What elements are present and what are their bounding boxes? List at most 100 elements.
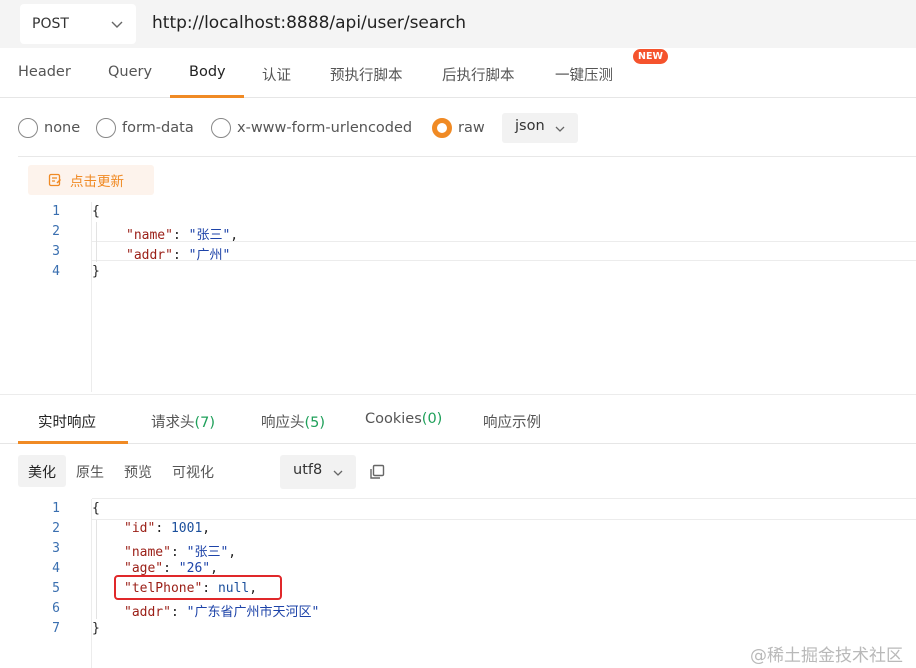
json-key: "name" bbox=[124, 545, 171, 560]
code-line[interactable]: "name": "张三", bbox=[124, 541, 236, 560]
chevron-down-icon bbox=[333, 470, 343, 476]
json-punct: , bbox=[230, 228, 239, 243]
method-select[interactable]: POST bbox=[20, 4, 136, 44]
radio-label: none bbox=[44, 120, 81, 136]
url-bar: POST http://localhost:8888/api/user/sear… bbox=[0, 0, 916, 48]
json-key: "age" bbox=[124, 561, 164, 576]
json-punct: , bbox=[202, 521, 211, 536]
view-visualize[interactable]: 可视化 bbox=[162, 455, 224, 487]
tab-label: Cookies bbox=[365, 411, 422, 427]
request-tabs: Header Query Body 认证 预执行脚本 后执行脚本 一键压测 bbox=[0, 50, 916, 98]
radio-selected-icon bbox=[432, 118, 452, 138]
current-line bbox=[92, 519, 916, 520]
document-edit-icon bbox=[48, 173, 61, 187]
code-line[interactable]: } bbox=[92, 264, 100, 279]
json-value: "广东省广州市天河区" bbox=[186, 605, 320, 620]
code-line[interactable]: "addr": "广州" bbox=[126, 244, 230, 263]
tab-post-script[interactable]: 后执行脚本 bbox=[442, 64, 515, 85]
tab-auth[interactable]: 认证 bbox=[262, 64, 291, 85]
line-number: 1 bbox=[52, 501, 60, 516]
code-line[interactable]: { bbox=[92, 204, 100, 219]
line-number: 7 bbox=[52, 621, 60, 636]
line-number: 3 bbox=[52, 541, 60, 556]
line-number: 5 bbox=[52, 581, 60, 596]
json-value: "广州" bbox=[188, 248, 231, 263]
watermark: @稀土掘金技术社区 bbox=[750, 646, 903, 666]
tab-count: (0) bbox=[421, 411, 443, 427]
json-key: "addr" bbox=[126, 248, 173, 263]
tab-count: (7) bbox=[194, 415, 216, 431]
line-number: 6 bbox=[52, 601, 60, 616]
encoding-select[interactable]: utf8 bbox=[280, 455, 356, 489]
json-punct: , bbox=[210, 561, 218, 576]
active-tab-indicator bbox=[170, 95, 244, 98]
line-number: 1 bbox=[52, 204, 60, 219]
chevron-down-icon bbox=[111, 21, 123, 28]
tab-response-examples[interactable]: 响应示例 bbox=[483, 411, 541, 432]
line-number: 3 bbox=[52, 244, 60, 259]
url-input[interactable]: http://localhost:8888/api/user/search bbox=[152, 13, 466, 33]
encoding-label: utf8 bbox=[293, 462, 323, 478]
radio-circle-icon bbox=[211, 118, 231, 138]
line-number: 2 bbox=[52, 521, 60, 536]
view-preview[interactable]: 预览 bbox=[114, 455, 162, 487]
radio-urlencoded[interactable]: x-www-form-urlencoded bbox=[211, 118, 412, 138]
body-type-group: none form-data x-www-form-urlencoded raw bbox=[0, 112, 916, 144]
response-editor-top bbox=[92, 498, 916, 499]
radio-label: raw bbox=[458, 120, 485, 136]
code-line[interactable]: { bbox=[92, 501, 100, 516]
json-key: "id" bbox=[124, 521, 156, 536]
tab-response-headers[interactable]: 响应头(5) bbox=[261, 411, 325, 432]
radio-raw[interactable]: raw bbox=[432, 118, 485, 138]
chevron-down-icon bbox=[555, 126, 565, 132]
tab-live-response[interactable]: 实时响应 bbox=[38, 411, 96, 432]
radio-label: form-data bbox=[122, 120, 194, 136]
radio-circle-icon bbox=[96, 118, 116, 138]
tab-request-headers[interactable]: 请求头(7) bbox=[151, 411, 215, 432]
view-raw[interactable]: 原生 bbox=[66, 455, 114, 487]
tab-body[interactable]: Body bbox=[189, 64, 226, 80]
json-value: "张三" bbox=[186, 545, 229, 560]
tab-label: 请求头 bbox=[151, 415, 195, 431]
tab-count: (5) bbox=[304, 415, 326, 431]
method-label: POST bbox=[32, 16, 69, 32]
tab-cookies[interactable]: Cookies(0) bbox=[365, 411, 442, 427]
tab-load-test[interactable]: 一键压测 bbox=[555, 64, 613, 85]
indent-guide bbox=[96, 222, 97, 262]
view-beautify[interactable]: 美化 bbox=[18, 455, 66, 487]
radio-form-data[interactable]: form-data bbox=[96, 118, 194, 138]
highlight-annotation bbox=[114, 575, 282, 600]
response-tabs: 实时响应 请求头(7) 响应头(5) Cookies(0) 响应示例 bbox=[0, 394, 916, 444]
raw-format-label: json bbox=[515, 118, 545, 134]
code-line[interactable]: "addr": "广东省广州市天河区" bbox=[124, 601, 319, 620]
update-button-label: 点击更新 bbox=[70, 174, 124, 190]
radio-label: x-www-form-urlencoded bbox=[237, 120, 413, 136]
tab-label: 实时响应 bbox=[38, 415, 96, 431]
update-button[interactable]: 点击更新 bbox=[28, 165, 154, 195]
json-value: "26" bbox=[178, 561, 211, 576]
radio-circle-icon bbox=[18, 118, 38, 138]
line-number: 2 bbox=[52, 224, 60, 239]
raw-format-select[interactable]: json bbox=[502, 113, 578, 143]
line-number: 4 bbox=[52, 264, 60, 279]
json-key: "addr" bbox=[124, 605, 171, 620]
json-value: "张三" bbox=[188, 228, 231, 243]
new-badge: NEW bbox=[633, 49, 668, 64]
code-line[interactable]: "name": "张三", bbox=[126, 224, 238, 243]
tab-header[interactable]: Header bbox=[18, 64, 71, 80]
tab-label: 响应示例 bbox=[483, 415, 541, 431]
json-value: 1001 bbox=[170, 521, 203, 536]
tab-query[interactable]: Query bbox=[108, 64, 152, 80]
indent-guide bbox=[96, 519, 97, 619]
code-line[interactable]: "age": "26", bbox=[124, 561, 218, 576]
active-response-tab-indicator bbox=[18, 441, 128, 444]
json-key: "name" bbox=[126, 228, 173, 243]
code-line[interactable]: } bbox=[92, 621, 100, 636]
json-punct: , bbox=[228, 545, 237, 560]
tab-pre-script[interactable]: 预执行脚本 bbox=[330, 64, 403, 85]
code-line[interactable]: "id": 1001, bbox=[124, 521, 210, 536]
tab-label: 响应头 bbox=[261, 415, 305, 431]
line-number: 4 bbox=[52, 561, 60, 576]
radio-none[interactable]: none bbox=[18, 118, 80, 138]
copy-icon[interactable] bbox=[368, 463, 386, 481]
